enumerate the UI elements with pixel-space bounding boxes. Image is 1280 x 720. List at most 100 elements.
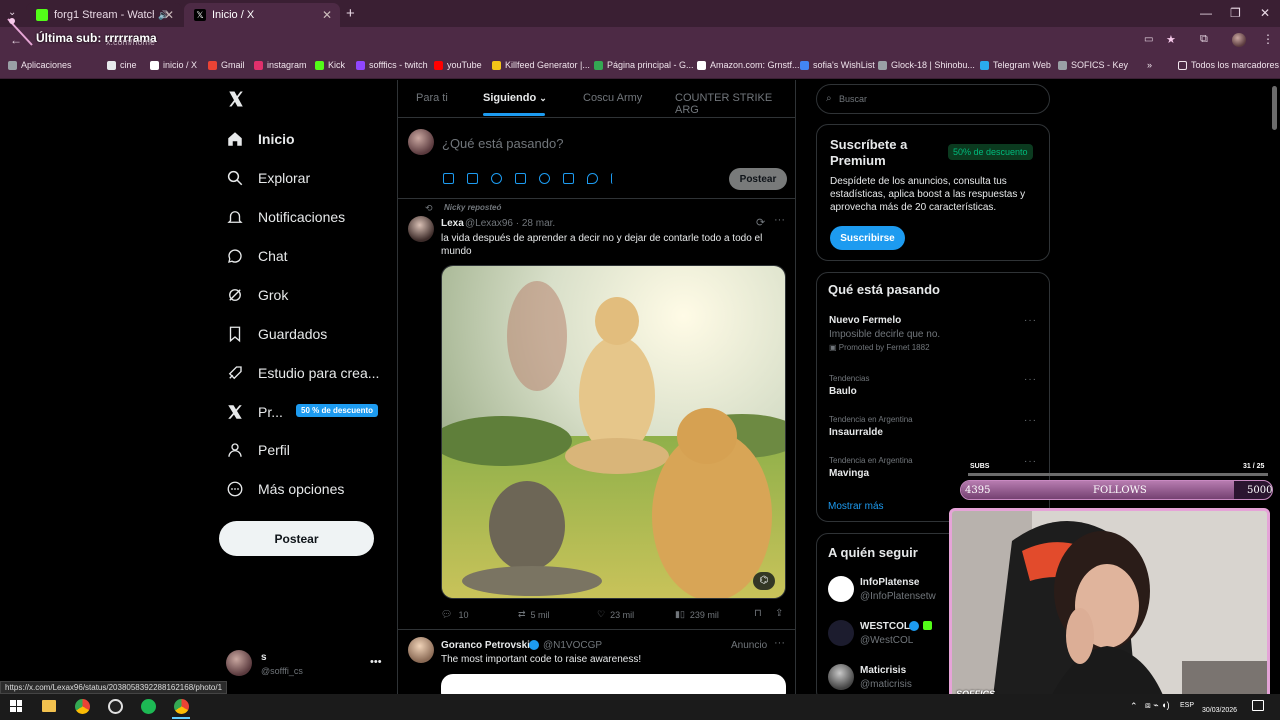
nav-item-más-opciones[interactable]: Más opciones <box>226 480 344 498</box>
post-button[interactable]: Postear <box>219 521 374 556</box>
emoji-icon[interactable] <box>539 173 550 184</box>
tweet-author[interactable]: Goranco Petrovski <box>441 640 530 651</box>
nav-item-estudio-para-crea[interactable]: Estudio para crea... <box>226 364 379 382</box>
account-more-icon[interactable]: ••• <box>370 656 382 668</box>
restore-icon[interactable]: ❐ <box>1230 6 1241 20</box>
subscribe-button[interactable]: Suscribirse <box>830 226 905 250</box>
profile-avatar[interactable] <box>1232 33 1246 47</box>
browser-menu-icon[interactable]: ⋮ <box>1262 32 1274 46</box>
follow-avatar[interactable] <box>828 576 854 602</box>
bookmark-item[interactable]: Telegram Web <box>980 60 1051 70</box>
gif-icon[interactable] <box>467 173 478 184</box>
tab-counter-strike-arg[interactable]: COUNTER STRIKE ARG <box>675 92 795 116</box>
bookmark-item[interactable]: SOFICS - Key <box>1058 60 1128 70</box>
address-bar[interactable]: ← Última sub: rrrrrrama x.com/home ▭ ★ ⧉… <box>0 18 1280 55</box>
chrome-icon[interactable] <box>75 699 90 714</box>
bookmark-item[interactable]: instagram <box>254 60 307 70</box>
bookmark-item[interactable]: youTube <box>434 60 482 70</box>
reply-action[interactable]: 💬︎ 10 <box>441 609 468 620</box>
grok-explain-icon[interactable]: ⟳ <box>756 216 765 229</box>
all-bookmarks[interactable]: Todos los marcadores <box>1178 60 1279 70</box>
tweet-lexa[interactable]: ⟲ Nicky reposteó Lexa @Lexax96 · 28 mar.… <box>398 200 795 630</box>
tweet-ad[interactable]: Goranco Petrovski @N1VOCGP Anuncio ··· T… <box>398 631 795 694</box>
new-tab-icon[interactable]: + <box>346 5 355 22</box>
follow-name[interactable]: InfoPlatense <box>860 577 919 588</box>
schedule-icon[interactable] <box>563 173 574 184</box>
nav-item-grok[interactable]: Grok <box>226 286 288 304</box>
tray-icons[interactable]: ⧈ ⌁ ◖) <box>1145 700 1170 711</box>
nav-item-pr[interactable]: Pr... <box>226 403 283 421</box>
bookmark-item[interactable]: Glock-18 | Shinobu... <box>878 60 975 70</box>
bookmark-item[interactable]: cine <box>107 60 137 70</box>
extensions-icon[interactable]: ⧉ <box>1200 33 1208 46</box>
follow-avatar[interactable] <box>828 620 854 646</box>
tweet-handle[interactable]: @N1VOCGP <box>543 640 602 651</box>
taskbar-date[interactable]: 30/03/2026 <box>1202 707 1237 714</box>
tweet-avatar[interactable] <box>408 216 434 242</box>
bookmark-icon[interactable]: ⊓ <box>754 608 762 619</box>
tweet-image[interactable]: ⌬ <box>441 265 786 599</box>
bookmark-item[interactable]: Gmail <box>208 60 245 70</box>
nav-item-perfil[interactable]: Perfil <box>226 441 290 459</box>
nav-item-explorar[interactable]: Explorar <box>226 169 310 187</box>
bookmark-item[interactable]: Kick <box>315 60 345 70</box>
like-action[interactable]: ♡ 23 mil <box>597 609 634 620</box>
tweet-handle[interactable]: @Lexax96 · 28 mar. <box>465 218 555 229</box>
nav-item-chat[interactable]: Chat <box>226 247 288 265</box>
language-indicator[interactable]: ESP <box>1180 702 1194 709</box>
compose-post-button[interactable]: Postear <box>729 168 787 190</box>
page-scrollbar[interactable] <box>1272 86 1277 130</box>
grok-compose-icon[interactable] <box>491 173 502 184</box>
bookmark-item[interactable]: Aplicaciones <box>8 60 72 70</box>
trend-item[interactable]: Tendencia en Argentina Insaurralde <box>829 415 913 438</box>
bookmark-item[interactable]: Killfeed Generator |... <box>492 60 590 70</box>
tweet-avatar[interactable] <box>408 637 434 663</box>
file-explorer-icon[interactable] <box>42 700 56 712</box>
views-action[interactable]: ▮▯ 239 mil <box>675 609 719 620</box>
spotify-icon[interactable] <box>141 699 156 714</box>
bookmark-item[interactable]: Página principal - G... <box>594 60 694 70</box>
trend-item[interactable]: Tendencia en Argentina Mavinga <box>829 456 913 479</box>
bookmark-item[interactable]: Amazon.com: Grnstf... <box>697 60 800 70</box>
poll-icon[interactable] <box>515 173 526 184</box>
tray-chevron-icon[interactable]: ⌃ <box>1130 701 1138 712</box>
trend-item[interactable]: Nuevo Fermelo Imposible decirle que no. … <box>829 315 940 352</box>
close-tab-icon[interactable]: ✕ <box>322 8 332 22</box>
x-logo-icon[interactable] <box>227 90 245 108</box>
windows-start-icon[interactable] <box>10 700 22 712</box>
tab-coscu-army[interactable]: Coscu Army <box>583 92 642 104</box>
bookmarks-overflow-icon[interactable]: » <box>1147 60 1152 70</box>
chrome-active-icon[interactable] <box>174 699 189 714</box>
nav-item-notificaciones[interactable]: Notificaciones <box>226 208 345 226</box>
show-more-link[interactable]: Mostrar más <box>828 501 884 512</box>
bookmark-item[interactable]: sofffics - twitch <box>356 60 428 70</box>
share-icon[interactable]: ⇪ <box>775 608 783 619</box>
tweet-author[interactable]: Lexa <box>441 218 464 229</box>
repost-action[interactable]: ⇄ 5 mil <box>518 609 550 620</box>
location-icon[interactable] <box>587 173 598 184</box>
ad-media-preview[interactable] <box>441 674 786 694</box>
minimize-icon[interactable]: — <box>1200 6 1212 20</box>
star-bookmark-icon[interactable]: ★ <box>1166 33 1176 46</box>
flag-icon[interactable] <box>611 173 622 184</box>
nav-item-guardados[interactable]: Guardados <box>226 325 327 343</box>
tweet-more-icon[interactable]: ··· <box>774 214 785 226</box>
browser-tab-kick[interactable]: forg1 Stream - Watch Live o 🔊 ✕ <box>26 3 182 27</box>
tweet-more-icon[interactable]: ··· <box>774 637 785 649</box>
follow-avatar[interactable] <box>828 664 854 690</box>
tab-para-ti[interactable]: Para ti <box>416 92 448 104</box>
trend-more-icon[interactable]: ··· <box>1024 374 1037 385</box>
obs-icon[interactable] <box>108 699 123 714</box>
tab-siguiendo[interactable]: Siguiendo ⌄ <box>483 92 547 104</box>
browser-tab-x[interactable]: 𝕏 Inicio / X ✕ <box>184 3 340 27</box>
notification-icon[interactable] <box>1252 700 1264 711</box>
nav-item-inicio[interactable]: Inicio <box>226 130 295 148</box>
cast-icon[interactable]: ▭ <box>1144 34 1153 45</box>
trend-more-icon[interactable]: ··· <box>1024 456 1037 467</box>
bookmark-item[interactable]: sofia's WishList <box>800 60 875 70</box>
close-tab-icon[interactable]: ✕ <box>164 8 174 22</box>
trend-more-icon[interactable]: ··· <box>1024 315 1037 326</box>
follow-name[interactable]: WESTCOL <box>860 621 910 632</box>
compose-input[interactable]: ¿Qué está pasando? <box>442 136 563 151</box>
bookmark-item[interactable]: inicio / X <box>150 60 197 70</box>
